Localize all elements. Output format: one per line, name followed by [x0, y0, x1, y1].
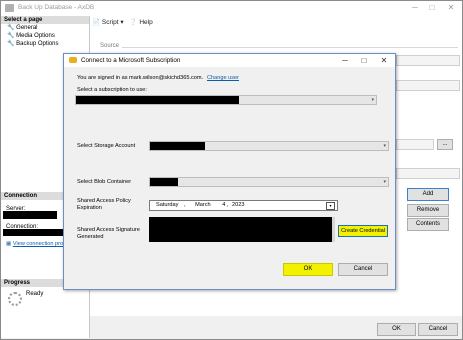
source-label: Source	[100, 43, 120, 49]
help-icon: ❔	[129, 19, 138, 26]
create-credential-button[interactable]: Create Credential	[338, 225, 388, 237]
storage-account-dropdown[interactable]: ▾	[149, 141, 389, 151]
maximize-button[interactable]: □	[424, 2, 440, 13]
key-icon	[69, 57, 77, 63]
wrench-icon: 🔧	[7, 25, 15, 31]
chevron-down-icon: ▾	[120, 19, 124, 26]
toolbar: 📄 Script ▾ ❔ Help	[92, 18, 153, 30]
dialog-minimize-button[interactable]: ─	[337, 55, 353, 66]
contents-button[interactable]: Contents	[407, 218, 449, 231]
change-user-link[interactable]: Change user	[207, 75, 239, 81]
dialog-ok-button[interactable]: OK	[283, 263, 333, 276]
select-page-header: Select a page	[1, 16, 89, 24]
help-label: Help	[139, 19, 153, 26]
sas-value-redacted	[149, 217, 332, 242]
dialog-title: Connect to a Microsoft Subscription	[81, 57, 181, 64]
database-icon	[5, 4, 14, 12]
background-field-2	[396, 80, 460, 91]
storage-account-value-redacted	[150, 142, 205, 150]
chevron-down-icon: ▾	[383, 143, 386, 149]
view-connection-label: View connection prop	[12, 241, 67, 247]
page-media-options-label: Media Options	[16, 33, 55, 39]
progress-spinner-icon	[8, 292, 22, 306]
dialog-maximize-button[interactable]: □	[356, 55, 372, 66]
select-subscription-label: Select a subscription to use:	[77, 87, 147, 93]
storage-account-label: Select Storage Account	[77, 143, 136, 149]
remove-button[interactable]: Remove	[407, 204, 449, 217]
page-backup-options[interactable]: 🔧 Backup Options	[1, 40, 89, 48]
close-button[interactable]: ✕	[443, 2, 459, 13]
progress-status: Ready	[26, 291, 44, 297]
signed-in-text: You are signed in as mark.wilson@skichd3…	[77, 75, 204, 81]
minimize-button[interactable]: ─	[407, 2, 423, 13]
view-connection-link[interactable]: ▦ View connection prop	[6, 241, 66, 247]
date-separator: ,	[183, 202, 186, 208]
background-field-1	[396, 55, 460, 66]
date-comma: ,	[226, 202, 229, 208]
help-button[interactable]: ❔ Help	[129, 19, 152, 26]
window-title: Back Up Database - AxDB	[18, 4, 95, 11]
calendar-icon[interactable]: ▾	[326, 202, 335, 210]
script-icon: 📄	[92, 19, 101, 26]
browse-button[interactable]: ...	[437, 139, 453, 150]
background-field-3	[396, 139, 434, 150]
chevron-down-icon: ▾	[371, 97, 374, 103]
connect-subscription-dialog: Connect to a Microsoft Subscription ─ □ …	[63, 53, 396, 290]
page-general[interactable]: 🔧 General	[1, 24, 89, 32]
main-ok-button[interactable]: OK	[377, 323, 416, 336]
date-month: March	[195, 202, 211, 208]
sas-scrollbar[interactable]	[332, 217, 335, 242]
subscription-dropdown[interactable]: ▾	[75, 95, 377, 105]
script-button[interactable]: 📄 Script ▾	[92, 19, 125, 26]
blob-container-label: Select Blob Container	[77, 179, 132, 185]
server-value-redacted	[3, 211, 57, 219]
blob-container-dropdown[interactable]: ▾	[149, 177, 389, 187]
expiration-date-picker[interactable]: Saturday , March 4 , 2023 ▾	[149, 200, 338, 211]
date-year: 2023	[232, 202, 245, 208]
page-backup-options-label: Backup Options	[16, 41, 59, 47]
chevron-down-icon: ▾	[383, 179, 386, 185]
subscription-value-redacted	[76, 96, 239, 104]
wrench-icon: 🔧	[7, 33, 15, 39]
wrench-icon: 🔧	[7, 41, 15, 47]
sas-label: Shared Access Signature Generated	[77, 227, 140, 240]
main-cancel-button[interactable]: Cancel	[418, 323, 458, 336]
source-divider	[122, 47, 458, 48]
page-general-label: General	[16, 25, 38, 31]
add-button[interactable]: Add	[407, 188, 449, 201]
dialog-cancel-button[interactable]: Cancel	[338, 263, 388, 276]
policy-expiration-label: Shared Access Policy Expiration	[77, 198, 131, 211]
page-media-options[interactable]: 🔧 Media Options	[1, 32, 89, 40]
script-label: Script	[101, 19, 119, 26]
blob-container-value-redacted	[150, 178, 178, 186]
connection-properties-icon: ▦	[6, 241, 12, 247]
background-field-4	[396, 168, 460, 179]
date-weekday: Saturday	[156, 202, 179, 208]
date-day: 4	[222, 202, 226, 208]
dialog-close-button[interactable]: ✕	[376, 55, 392, 66]
